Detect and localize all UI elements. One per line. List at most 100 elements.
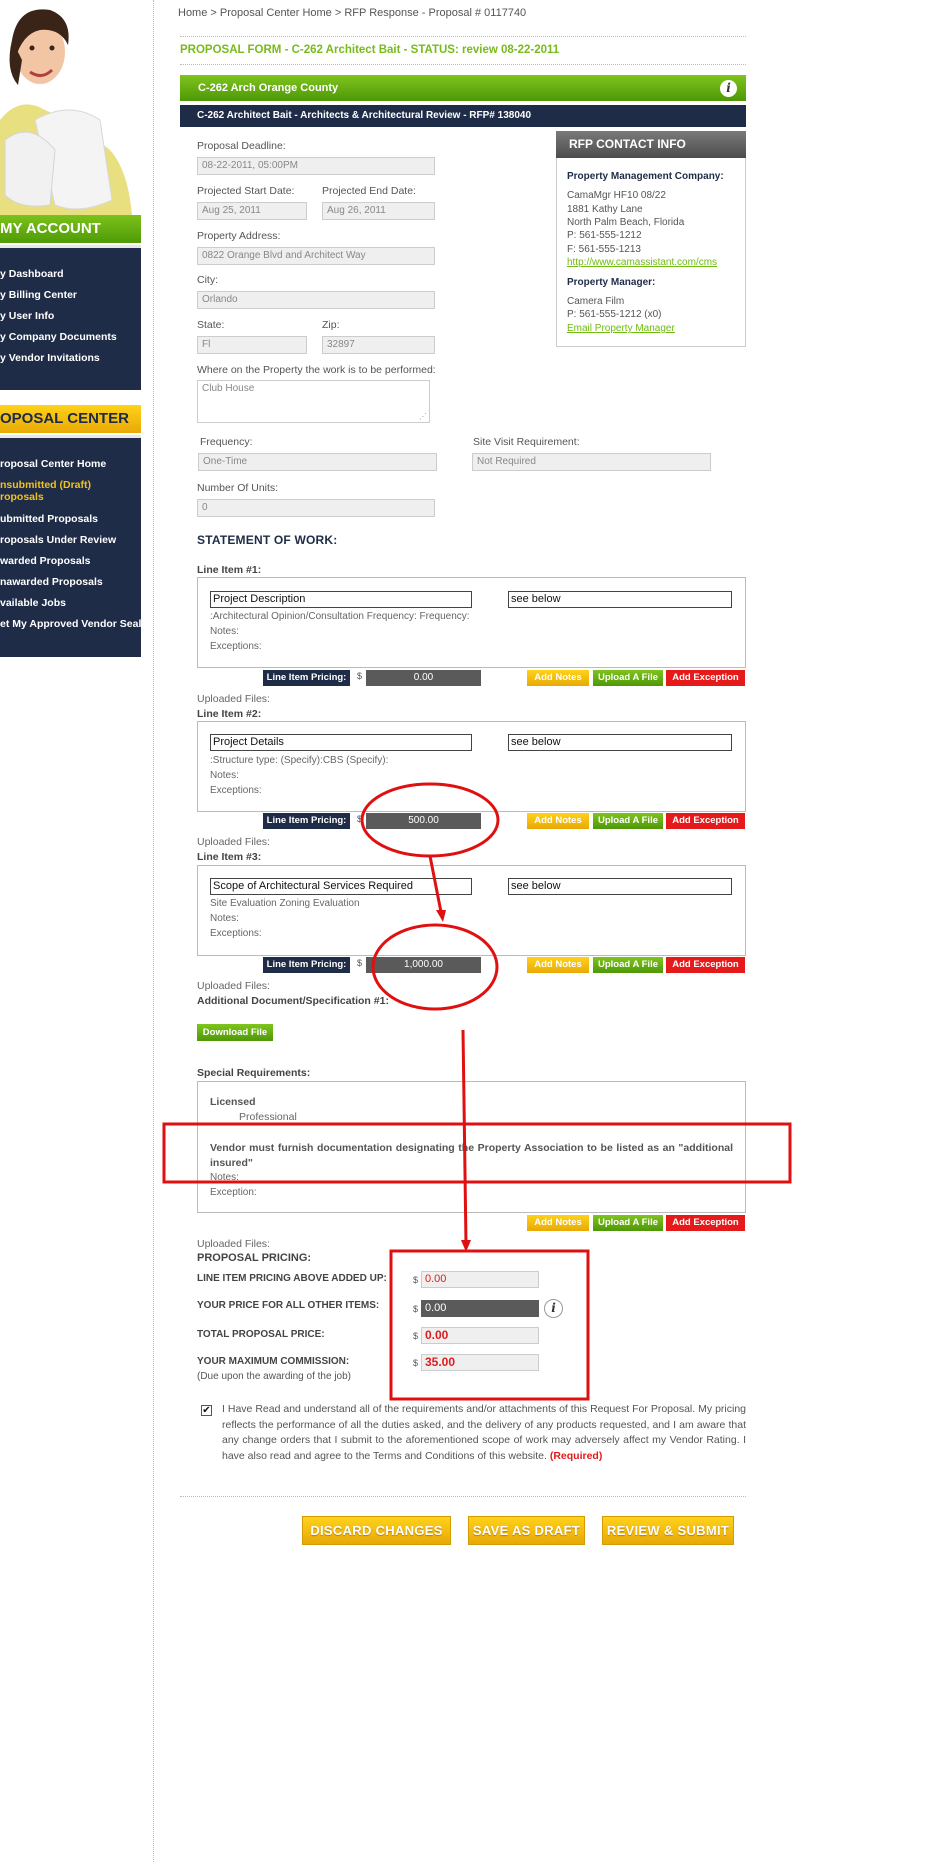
sidebar-item-unawarded-proposals[interactable]: nawarded Proposals [0,576,103,588]
line-item-name-input[interactable]: Scope of Architectural Services Required [210,878,472,895]
add-exception-button[interactable]: Add Exception [666,1215,745,1231]
line-item-value-input[interactable]: see below [508,734,732,751]
sidebar-item-submitted-proposals[interactable]: ubmitted Proposals [0,513,98,525]
sidebar-item-available-jobs[interactable]: vailable Jobs [0,597,66,609]
sidebar-item-label: nsubmitted (Draft) [0,479,91,491]
info-icon[interactable]: i [544,1299,563,1318]
special-requirements-title: Special Requirements: [197,1067,311,1079]
sidebar-item-proposal-center-home[interactable]: roposal Center Home [0,458,106,470]
sidebar-item-billing-center[interactable]: y Billing Center [0,289,77,301]
units-label: Number Of Units: [197,482,279,494]
review-submit-button[interactable]: REVIEW & SUBMIT [602,1516,734,1545]
state-label: State: [197,319,225,331]
sidebar-item-proposals-under-review[interactable]: roposals Under Review [0,534,116,546]
commission-subtext: (Due upon the awarding of the job) [197,1371,351,1382]
breadcrumb: Home > Proposal Center Home > RFP Respon… [178,7,526,19]
company-name: CamaMgr HF10 08/22 [567,190,666,201]
add-notes-button[interactable]: Add Notes [527,813,589,829]
resize-handle-icon: ⋰ [419,412,427,421]
other-items-price-input[interactable]: 0.00 [421,1300,539,1317]
annotation-arrowhead [461,1240,471,1252]
special-notes: Notes: [210,1172,239,1183]
breadcrumb-home[interactable]: Home [178,7,207,19]
my-account-header: MY ACCOUNT [0,215,141,243]
upload-file-button[interactable]: Upload A File [593,957,663,973]
contact-info-header: RFP CONTACT INFO [556,131,746,158]
add-notes-button[interactable]: Add Notes [527,670,589,686]
my-account-menu: y Dashboard y Billing Center y User Info… [0,245,141,390]
add-exception-button[interactable]: Add Exception [666,957,745,973]
line-item-pricing-label: Line Item Pricing: [263,957,350,973]
line-item-title: Line Item #1: [197,564,262,576]
agreement-body: I Have Read and understand all of the re… [222,1403,746,1462]
line-item-total-label: LINE ITEM PRICING ABOVE ADDED UP: [197,1273,387,1284]
sidebar-item-vendor-invitations[interactable]: y Vendor Invitations [0,352,100,364]
upload-file-button[interactable]: Upload A File [593,813,663,829]
property-title-bar: C-262 Arch Orange County [180,75,746,101]
dollar-sign: $ [357,958,363,968]
info-icon[interactable]: i [720,80,737,97]
location-label: Where on the Property the work is to be … [197,364,436,376]
end-date-field: Aug 26, 2011 [322,202,435,220]
add-exception-button[interactable]: Add Exception [666,670,745,686]
frequency-field: One-Time [198,453,437,471]
line-item-exceptions: Exceptions: [210,928,262,939]
deadline-label: Proposal Deadline: [197,140,286,152]
sidebar-item-vendor-seal[interactable]: et My Approved Vendor Seal [0,618,141,630]
end-date-label: Projected End Date: [322,185,416,197]
total-price-field: 0.00 [421,1327,539,1344]
add-exception-button[interactable]: Add Exception [666,813,745,829]
add-notes-button[interactable]: Add Notes [527,957,589,973]
line-item-value-input[interactable]: see below [508,591,732,608]
line-item-name-input[interactable]: Project Details [210,734,472,751]
dollar-sign: $ [413,1275,419,1285]
company-street: 1881 Kathy Lane [567,204,643,215]
save-draft-button[interactable]: SAVE AS DRAFT [468,1516,585,1545]
agree-checkbox[interactable]: ✔ [201,1405,212,1416]
breadcrumb-proposal-center[interactable]: Proposal Center Home [220,7,332,19]
email-manager-link[interactable]: Email Property Manager [567,323,675,334]
sidebar-item-user-info[interactable]: y User Info [0,310,54,322]
line-item-price-field[interactable]: 500.00 [366,813,481,829]
add-notes-button[interactable]: Add Notes [527,1215,589,1231]
line-item-price-field[interactable]: 0.00 [366,670,481,686]
line-item-name-input[interactable]: Project Description [210,591,472,608]
state-field: Fl [197,336,307,354]
uploaded-files-label: Uploaded Files: [197,980,270,992]
city-label: City: [197,274,218,286]
sidebar-divider [153,0,154,1862]
sidebar-item-label: roposals [0,491,44,503]
special-exception: Exception: [210,1187,257,1198]
property-title: C-262 Arch Orange County [198,82,339,94]
sidebar-item-unsubmitted-draft[interactable]: nsubmitted (Draft) roposals [0,479,91,503]
download-file-button[interactable]: Download File [197,1024,273,1041]
sidebar-item-dashboard[interactable]: y Dashboard [0,268,64,280]
agreement-text: I Have Read and understand all of the re… [222,1402,746,1464]
line-item-detail: :Structure type: (Specify):CBS (Specify)… [210,755,389,766]
line-item-price-field[interactable]: 1,000.00 [366,957,481,973]
line-item-notes: Notes: [210,626,239,637]
additional-doc-title: Additional Document/Specification #1: [197,995,389,1007]
dollar-sign: $ [357,671,363,681]
manager-name: Camera Film [567,296,625,307]
site-visit-field: Not Required [472,453,711,471]
sidebar-item-company-documents[interactable]: y Company Documents [0,331,117,343]
dollar-sign: $ [413,1304,419,1314]
line-item-detail: Site Evaluation Zoning Evaluation [210,898,360,909]
commission-label: YOUR MAXIMUM COMMISSION: [197,1356,350,1367]
line-item-notes: Notes: [210,913,239,924]
company-website-link[interactable]: http://www.camassistant.com/cms [567,257,717,268]
uploaded-files-label: Uploaded Files: [197,836,270,848]
line-item-value-input[interactable]: see below [508,878,732,895]
breadcrumb-separator: > [210,7,217,19]
line-item-exceptions: Exceptions: [210,641,262,652]
company-city-state: North Palm Beach, Florida [567,217,685,228]
page-title: PROPOSAL FORM - C-262 Architect Bait - S… [180,44,560,56]
upload-file-button[interactable]: Upload A File [593,1215,663,1231]
discard-changes-button[interactable]: DISCARD CHANGES [302,1516,451,1545]
upload-file-button[interactable]: Upload A File [593,670,663,686]
proposal-center-menu: roposal Center Home nsubmitted (Draft) r… [0,435,141,657]
required-marker: (Required) [549,1449,603,1462]
sidebar-item-awarded-proposals[interactable]: warded Proposals [0,555,90,567]
professional-text: Professional [239,1111,297,1123]
